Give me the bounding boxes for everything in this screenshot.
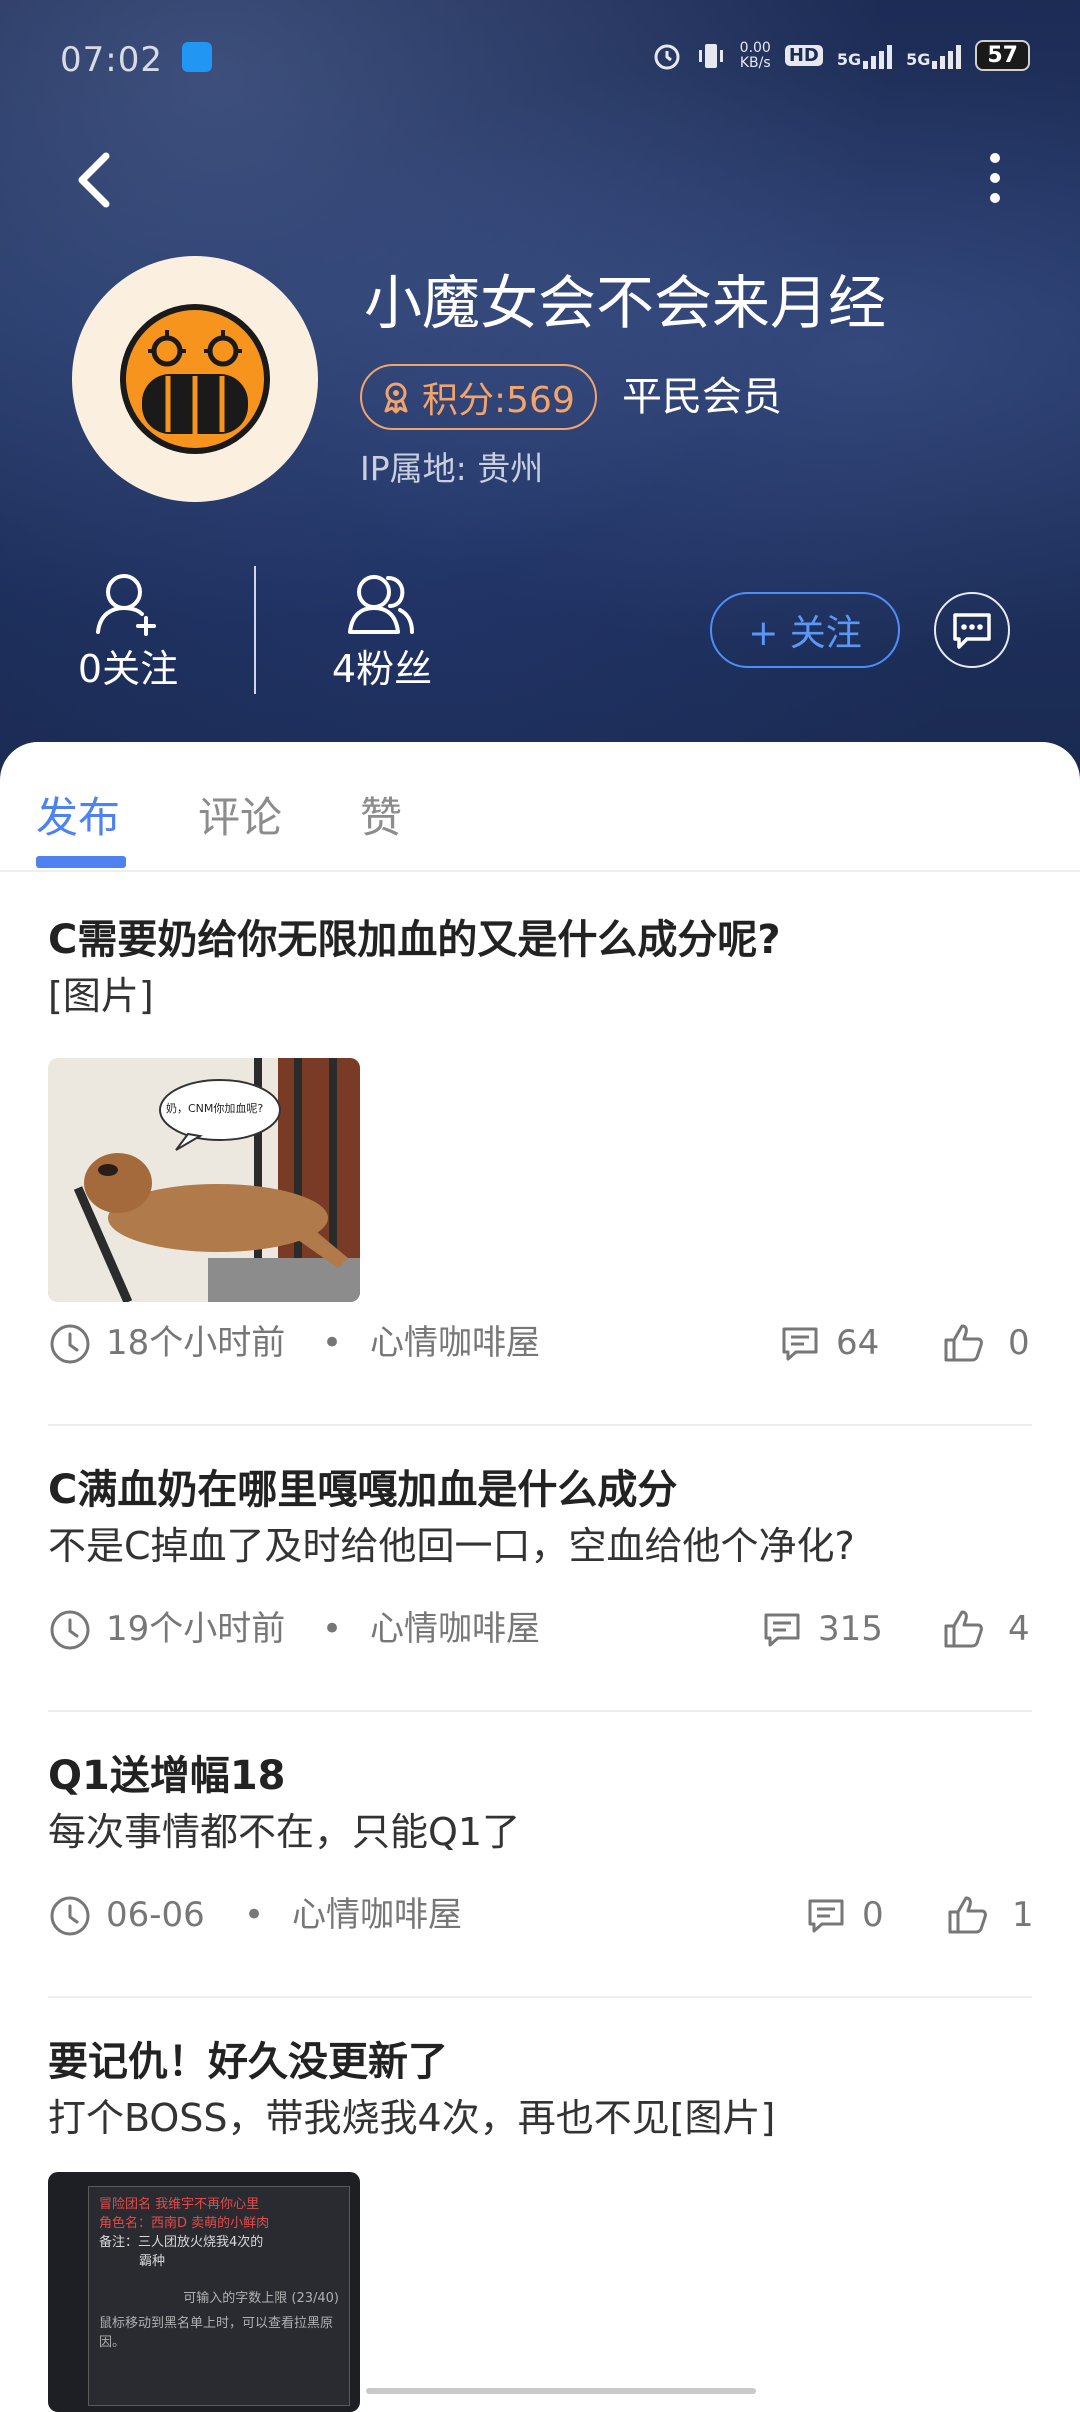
post-image-panel: 冒险团名 我维宇不再你心里 角色名：西南D 卖萌的小鲜肉 备注：三人团放火烧我4… — [88, 2186, 350, 2406]
meta-dot: • — [244, 1895, 265, 1935]
comment-icon[interactable] — [806, 1896, 846, 1936]
meta-dot: • — [322, 1323, 343, 1363]
post-title: 要记仇！好久没更新了 — [48, 2039, 448, 2085]
status-time: 07:02 — [60, 40, 163, 80]
users-icon — [348, 575, 414, 634]
signal-1: 5G — [836, 43, 893, 69]
user-plus-icon — [96, 574, 156, 636]
signal-2: 5G — [906, 43, 962, 69]
home-indicator[interactable] — [366, 2388, 756, 2394]
profile-header: 07:02 0.00 KB/s HD 5G 5G 57 小魔女会不会来月经 积分… — [0, 0, 1080, 780]
post-forum[interactable]: 心情咖啡屋 — [292, 1890, 462, 1940]
net-speed: 0.00 KB/s — [739, 39, 771, 71]
post-item[interactable]: C满血奶在哪里嘎嘎加血是什么成分 不是C掉血了及时给他回一口，空血给他个净化? — [48, 1462, 1032, 1574]
post-image[interactable]: 冒险团名 我维宇不再你心里 角色名：西南D 卖萌的小鲜肉 备注：三人团放火烧我4… — [48, 2172, 360, 2412]
signal-2-label: 5G — [906, 49, 931, 69]
post-comments-count: 0 — [862, 1895, 884, 1935]
notification-app-icon — [182, 42, 212, 72]
post-likes-count: 0 — [1008, 1323, 1030, 1363]
tab-likes[interactable]: 赞 — [360, 784, 402, 845]
post-image-line: 冒险团名 我维宇不再你心里 — [99, 2197, 260, 2212]
avatar-face-icon — [120, 304, 270, 454]
thumbs-up-icon[interactable] — [942, 1322, 984, 1364]
post-divider — [48, 1424, 1032, 1426]
chat-bubble-icon — [953, 613, 991, 649]
comment-icon[interactable] — [762, 1610, 802, 1650]
vibrate-icon — [698, 43, 723, 68]
message-button[interactable] — [934, 592, 1010, 668]
back-arrow-icon[interactable] — [70, 150, 120, 210]
username: 小魔女会不会来月经 — [364, 269, 887, 337]
post-body: 不是C掉血了及时给他回一口，空血给他个净化? — [48, 1524, 855, 1568]
post-time: 19个小时前 — [106, 1609, 286, 1649]
post-image-line: 可输入的字数上限 (23/40) — [183, 2291, 339, 2306]
following-count: 0关注 — [77, 647, 179, 691]
hd-badge: HD — [784, 45, 823, 66]
post-image-line: 备注：三人团放火烧我4次的 — [99, 2235, 264, 2250]
post-meta: 19个小时前 • 心情咖啡屋 315 4 — [48, 1604, 1032, 1654]
follow-button[interactable]: + 关注 — [710, 592, 900, 668]
tab-bar-divider — [0, 870, 1080, 872]
post-meta: 18个小时前 • 心情咖啡屋 64 0 — [48, 1318, 1032, 1368]
post-time: 18个小时前 — [106, 1323, 286, 1363]
thumbs-up-icon[interactable] — [946, 1894, 988, 1936]
tab-active-indicator — [36, 856, 126, 868]
followers-count: 4粉丝 — [331, 647, 433, 691]
medal-icon — [384, 382, 408, 414]
post-divider — [48, 1996, 1032, 1998]
content-sheet: 发布 评论 赞 C需要奶给你无限加血的又是什么成分呢? [图片] 奶，CNM你加… — [0, 742, 1080, 2412]
net-speed-value: 0.00 — [739, 39, 771, 56]
post-title: C需要奶给你无限加血的又是什么成分呢? — [48, 917, 781, 963]
battery-indicator: 57 — [975, 40, 1030, 71]
post-body: [图片] — [48, 974, 154, 1018]
score-label: 积分:569 — [422, 380, 575, 421]
clock-icon — [50, 1610, 90, 1650]
signal-1-label: 5G — [836, 49, 862, 69]
post-likes-count: 1 — [1012, 1895, 1034, 1935]
post-divider — [48, 1710, 1032, 1712]
followers-stat[interactable]: 4粉丝 — [302, 566, 462, 696]
post-item[interactable]: 要记仇！好久没更新了 打个BOSS，带我烧我4次，再也不见[图片] 冒险团名 我… — [48, 2034, 1032, 2412]
post-body: 每次事情都不在，只能Q1了 — [48, 1810, 521, 1854]
signal-1-bars-icon — [863, 43, 893, 69]
member-level: 平民会员 — [622, 374, 782, 420]
post-comments-count: 315 — [818, 1609, 883, 1649]
tab-posts[interactable]: 发布 — [36, 784, 120, 845]
dog-photo-icon — [48, 1058, 360, 1302]
stat-divider — [254, 566, 256, 694]
post-time: 06-06 — [106, 1895, 205, 1935]
comment-icon[interactable] — [780, 1324, 820, 1364]
avatar[interactable] — [72, 256, 318, 502]
status-bar: 07:02 0.00 KB/s HD 5G 5G 57 — [60, 38, 1030, 88]
score-badge[interactable]: 积分:569 — [360, 364, 597, 430]
thumbs-up-icon[interactable] — [942, 1608, 984, 1650]
post-item[interactable]: Q1送增幅18 每次事情都不在，只能Q1了 — [48, 1748, 1032, 1860]
more-options-icon[interactable] — [980, 148, 1010, 208]
post-image-caption: 奶，CNM你加血呢? — [166, 1102, 264, 1115]
alarm-icon — [654, 44, 680, 69]
post-body: 打个BOSS，带我烧我4次，再也不见[图片] — [48, 2096, 776, 2140]
post-forum[interactable]: 心情咖啡屋 — [370, 1318, 540, 1368]
net-speed-unit: KB/s — [739, 54, 771, 71]
post-comments-count: 64 — [836, 1323, 880, 1363]
post-item[interactable]: C需要奶给你无限加血的又是什么成分呢? [图片] 奶，CNM你加血呢? — [48, 912, 1032, 1302]
post-image[interactable]: 奶，CNM你加血呢? — [48, 1058, 360, 1302]
post-image-line: 鼠标移动到黑名单上时，可以查看拉黑原因。 — [99, 2316, 334, 2350]
tab-comments[interactable]: 评论 — [198, 784, 282, 845]
signal-2-bars-icon — [932, 43, 962, 69]
meta-dot: • — [322, 1609, 343, 1649]
post-forum[interactable]: 心情咖啡屋 — [370, 1604, 540, 1654]
post-likes-count: 4 — [1008, 1609, 1030, 1649]
following-stat[interactable]: 0关注 — [48, 566, 208, 696]
post-image-line: 角色名：西南D 卖萌的小鲜肉 — [99, 2216, 270, 2231]
post-image-line: 霸种 — [139, 2254, 166, 2269]
clock-icon — [50, 1896, 90, 1936]
clock-icon — [50, 1324, 90, 1364]
ip-location: IP属地: 贵州 — [360, 449, 544, 488]
post-title: C满血奶在哪里嘎嘎加血是什么成分 — [48, 1467, 678, 1513]
post-title: Q1送增幅18 — [48, 1753, 286, 1799]
post-meta: 06-06 • 心情咖啡屋 0 1 — [48, 1890, 1034, 1940]
